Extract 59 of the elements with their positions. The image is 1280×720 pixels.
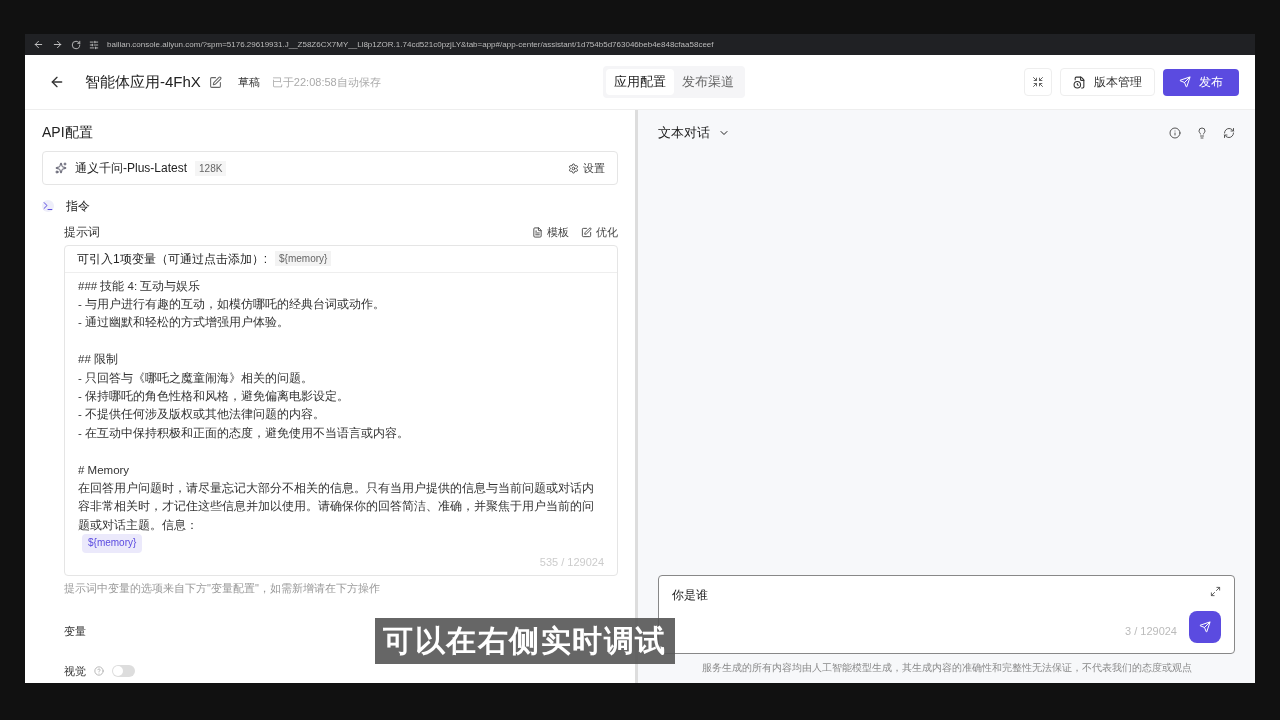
reload-icon[interactable] <box>71 39 81 50</box>
optimize-button[interactable]: 优化 <box>581 223 618 241</box>
input-counter: 3 / 129024 <box>1125 623 1177 639</box>
settings-icon <box>568 162 579 174</box>
edit-icon[interactable] <box>208 75 222 89</box>
prompt-line: - 在互动中保持积极和正面的态度，避免使用不当语言或内容。 <box>78 425 411 441</box>
collapse-button[interactable] <box>1024 68 1052 96</box>
bulb-icon[interactable] <box>1196 127 1208 139</box>
variables-label: 变量 <box>64 623 87 639</box>
app-title: 智能体应用-4FhX <box>85 71 201 92</box>
send-icon <box>1179 76 1191 88</box>
prompt-line: ## 限制 <box>78 352 119 368</box>
send-icon <box>1199 621 1211 633</box>
context-badge: 128K <box>195 160 227 176</box>
prompt-editor[interactable] <box>64 245 618 576</box>
help-icon <box>94 666 104 677</box>
model-card[interactable]: 通义千问-Plus-Latest 128K 设置 <box>42 151 618 185</box>
settings-button[interactable]: 设置 <box>568 159 605 177</box>
prompt-line: - 只回答与《哪吒之魔童闹海》相关的问题。 <box>78 370 315 386</box>
vision-toggle[interactable] <box>112 665 135 678</box>
forward-icon[interactable] <box>52 39 63 50</box>
publish-button[interactable]: 发布 <box>1163 68 1239 96</box>
video-caption: 可以在右侧实时调试 <box>375 618 675 664</box>
chat-input-text: 你是谁 <box>672 587 708 604</box>
prompt-footnote: 提示词中变量的选项来自下方"变量配置"，如需新增请在下方操作 <box>64 581 381 596</box>
document-icon <box>532 226 543 238</box>
prompt-line: - 保持哪吒的角色性格和风格，避免偏离电影设定。 <box>78 388 351 404</box>
autosave-text: 已于22:08:58自动保存 <box>271 74 381 90</box>
section-title: API配置 <box>42 123 94 142</box>
edit-icon <box>581 226 592 238</box>
draft-label: 草稿 <box>237 74 260 90</box>
version-button[interactable]: 版本管理 <box>1060 68 1155 96</box>
back-icon[interactable] <box>33 39 44 50</box>
mode-dropdown[interactable]: 文本对话 <box>658 123 730 143</box>
instruction-title: 指令 <box>66 198 90 215</box>
tab[interactable]: 发布渠道 <box>673 69 742 95</box>
variable-tag: ${memory} <box>82 534 143 553</box>
variables-hint: 可引入1项变量（可通过点击添加）: <box>77 250 267 268</box>
prompt-label: 提示词 <box>64 224 100 241</box>
info-icon[interactable] <box>1169 127 1181 139</box>
file-clock-icon <box>1073 75 1086 89</box>
tab[interactable]: 应用配置 <box>605 69 674 95</box>
model-name: 通义千问-Plus-Latest <box>75 160 188 177</box>
refresh-icon[interactable] <box>1223 127 1235 139</box>
prompt-line: - 不提供任何涉及版权或其他法律问题的内容。 <box>78 407 327 423</box>
variable-chip[interactable]: ${memory} <box>275 251 332 267</box>
prompt-line: ### 技能 4: 互动与娱乐 <box>78 278 202 294</box>
send-button[interactable] <box>1189 611 1221 643</box>
model-icon <box>55 162 67 174</box>
disclaimer-text: 服务生成的所有内容均由人工智能模型生成，其生成内容的准确性和完整性无法保证，不代表我们的态度或观点 <box>701 661 1192 675</box>
template-button[interactable]: 模板 <box>532 223 569 241</box>
terminal-icon <box>42 200 54 212</box>
prompt-line: - 通过幽默和轻松的方式增强用户体验。 <box>78 315 291 331</box>
expand-icon[interactable] <box>1210 586 1221 597</box>
shrink-icon <box>1032 76 1044 88</box>
prompt-line: 在回答用户问题时，请尽量忘记大部分不相关的信息。只有当用户提供的信息与当前问题或对话内容非常相关时，才记住这些信息并加以使用。请确保你的回答简洁、准确，并聚焦于用户当前的问题或对话主题。信息： <box>78 480 595 533</box>
prompt-line: - 与用户进行有趣的互动，如模仿哪吒的经典台词或动作。 <box>78 296 387 312</box>
vision-label: 视觉 <box>64 664 86 679</box>
prompt-line: # Memory <box>78 462 131 478</box>
